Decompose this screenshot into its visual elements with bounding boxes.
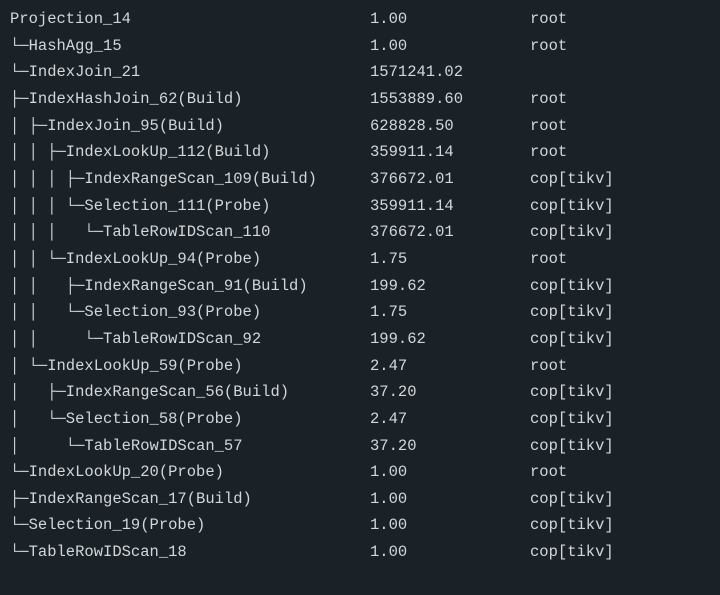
plan-est-rows: 1.00 bbox=[370, 6, 530, 33]
plan-row: │ ├─IndexRangeScan_56(Build)37.20cop[tik… bbox=[10, 379, 710, 406]
plan-operator: └─TableRowIDScan_18 bbox=[10, 539, 370, 566]
plan-operator: │ │ ├─IndexRangeScan_91(Build) bbox=[10, 273, 370, 300]
plan-task: cop[tikv] bbox=[530, 326, 710, 353]
plan-operator: │ └─TableRowIDScan_57 bbox=[10, 433, 370, 460]
plan-row: └─TableRowIDScan_181.00cop[tikv] bbox=[10, 539, 710, 566]
plan-task: cop[tikv] bbox=[530, 273, 710, 300]
plan-operator: └─IndexLookUp_20(Probe) bbox=[10, 459, 370, 486]
plan-operator: │ ├─IndexRangeScan_56(Build) bbox=[10, 379, 370, 406]
plan-task bbox=[530, 59, 710, 86]
plan-row: │ │ └─TableRowIDScan_92199.62cop[tikv] bbox=[10, 326, 710, 353]
plan-operator: │ │ └─IndexLookUp_94(Probe) bbox=[10, 246, 370, 273]
plan-task: cop[tikv] bbox=[530, 166, 710, 193]
plan-task: root bbox=[530, 246, 710, 273]
plan-task: cop[tikv] bbox=[530, 219, 710, 246]
plan-task: root bbox=[530, 459, 710, 486]
plan-row: │ │ │ └─Selection_111(Probe)359911.14cop… bbox=[10, 193, 710, 220]
plan-task: root bbox=[530, 33, 710, 60]
plan-row: └─HashAgg_151.00root bbox=[10, 33, 710, 60]
plan-est-rows: 1.00 bbox=[370, 33, 530, 60]
plan-est-rows: 1.00 bbox=[370, 459, 530, 486]
plan-row: ├─IndexRangeScan_17(Build)1.00cop[tikv] bbox=[10, 486, 710, 513]
plan-row: └─IndexJoin_211571241.02 bbox=[10, 59, 710, 86]
plan-est-rows: 628828.50 bbox=[370, 113, 530, 140]
plan-task: cop[tikv] bbox=[530, 379, 710, 406]
plan-row: └─IndexLookUp_20(Probe)1.00root bbox=[10, 459, 710, 486]
plan-est-rows: 1.00 bbox=[370, 539, 530, 566]
plan-operator: │ │ │ ├─IndexRangeScan_109(Build) bbox=[10, 166, 370, 193]
plan-est-rows: 1.00 bbox=[370, 486, 530, 513]
plan-task: cop[tikv] bbox=[530, 433, 710, 460]
plan-operator: │ │ └─Selection_93(Probe) bbox=[10, 299, 370, 326]
plan-task: cop[tikv] bbox=[530, 193, 710, 220]
plan-task: root bbox=[530, 113, 710, 140]
plan-operator: │ └─IndexLookUp_59(Probe) bbox=[10, 353, 370, 380]
plan-est-rows: 1553889.60 bbox=[370, 86, 530, 113]
plan-est-rows: 199.62 bbox=[370, 326, 530, 353]
plan-est-rows: 1571241.02 bbox=[370, 59, 530, 86]
plan-task: root bbox=[530, 353, 710, 380]
plan-operator: ├─IndexHashJoin_62(Build) bbox=[10, 86, 370, 113]
plan-row: └─Selection_19(Probe)1.00cop[tikv] bbox=[10, 512, 710, 539]
plan-row: │ │ │ └─TableRowIDScan_110376672.01cop[t… bbox=[10, 219, 710, 246]
plan-est-rows: 1.75 bbox=[370, 246, 530, 273]
plan-row: │ ├─IndexJoin_95(Build)628828.50root bbox=[10, 113, 710, 140]
plan-operator: Projection_14 bbox=[10, 6, 370, 33]
plan-est-rows: 376672.01 bbox=[370, 166, 530, 193]
plan-row: │ └─Selection_58(Probe)2.47cop[tikv] bbox=[10, 406, 710, 433]
plan-operator: │ └─Selection_58(Probe) bbox=[10, 406, 370, 433]
plan-task: root bbox=[530, 86, 710, 113]
plan-task: cop[tikv] bbox=[530, 406, 710, 433]
plan-operator: │ ├─IndexJoin_95(Build) bbox=[10, 113, 370, 140]
plan-est-rows: 1.00 bbox=[370, 512, 530, 539]
plan-est-rows: 1.75 bbox=[370, 299, 530, 326]
plan-task: cop[tikv] bbox=[530, 299, 710, 326]
plan-operator: │ │ │ └─TableRowIDScan_110 bbox=[10, 219, 370, 246]
plan-row: │ │ ├─IndexLookUp_112(Build)359911.14roo… bbox=[10, 139, 710, 166]
plan-est-rows: 37.20 bbox=[370, 433, 530, 460]
plan-est-rows: 37.20 bbox=[370, 379, 530, 406]
plan-est-rows: 359911.14 bbox=[370, 193, 530, 220]
plan-row: │ │ └─Selection_93(Probe)1.75cop[tikv] bbox=[10, 299, 710, 326]
plan-row: Projection_141.00root bbox=[10, 6, 710, 33]
plan-est-rows: 2.47 bbox=[370, 406, 530, 433]
plan-operator: └─HashAgg_15 bbox=[10, 33, 370, 60]
plan-row: │ │ └─IndexLookUp_94(Probe)1.75root bbox=[10, 246, 710, 273]
plan-task: root bbox=[530, 6, 710, 33]
plan-task: root bbox=[530, 139, 710, 166]
plan-est-rows: 359911.14 bbox=[370, 139, 530, 166]
plan-task: cop[tikv] bbox=[530, 539, 710, 566]
plan-operator: └─IndexJoin_21 bbox=[10, 59, 370, 86]
plan-row: │ │ │ ├─IndexRangeScan_109(Build)376672.… bbox=[10, 166, 710, 193]
plan-row: │ └─TableRowIDScan_5737.20cop[tikv] bbox=[10, 433, 710, 460]
plan-operator: │ │ └─TableRowIDScan_92 bbox=[10, 326, 370, 353]
plan-task: cop[tikv] bbox=[530, 486, 710, 513]
plan-operator: │ │ │ └─Selection_111(Probe) bbox=[10, 193, 370, 220]
plan-row: │ └─IndexLookUp_59(Probe)2.47root bbox=[10, 353, 710, 380]
plan-est-rows: 376672.01 bbox=[370, 219, 530, 246]
plan-est-rows: 2.47 bbox=[370, 353, 530, 380]
query-plan-output: Projection_141.00root└─HashAgg_151.00roo… bbox=[0, 0, 720, 576]
plan-row: ├─IndexHashJoin_62(Build)1553889.60root bbox=[10, 86, 710, 113]
plan-operator: ├─IndexRangeScan_17(Build) bbox=[10, 486, 370, 513]
plan-est-rows: 199.62 bbox=[370, 273, 530, 300]
plan-row: │ │ ├─IndexRangeScan_91(Build)199.62cop[… bbox=[10, 273, 710, 300]
plan-task: cop[tikv] bbox=[530, 512, 710, 539]
plan-operator: │ │ ├─IndexLookUp_112(Build) bbox=[10, 139, 370, 166]
plan-operator: └─Selection_19(Probe) bbox=[10, 512, 370, 539]
